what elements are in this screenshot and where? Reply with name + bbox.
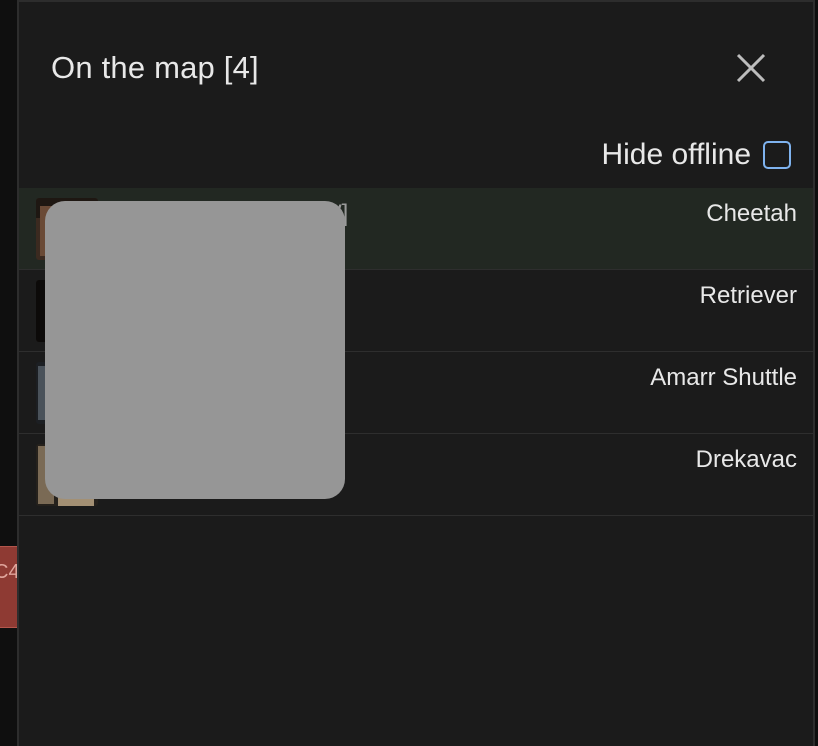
hide-offline-checkbox[interactable] [763, 141, 791, 169]
redaction-overlay [45, 201, 345, 499]
close-button[interactable] [731, 48, 771, 88]
ship-type: Amarr Shuttle [650, 364, 797, 391]
map-system-marker-label: C4 [0, 547, 18, 597]
hide-offline-label: Hide offline [601, 138, 751, 171]
ship-type: Drekavac [695, 446, 797, 473]
map-system-marker[interactable]: C4 [0, 546, 18, 628]
map-background [0, 0, 18, 746]
ship-type: Cheetah [706, 200, 797, 227]
hide-offline-toggle[interactable]: Hide offline [601, 138, 791, 172]
panel-title: On the map [4] [51, 50, 259, 85]
app-root: C4 On the map [4] Hide offline [0, 0, 818, 746]
close-icon [736, 53, 766, 83]
ship-type: Retriever [699, 282, 797, 309]
